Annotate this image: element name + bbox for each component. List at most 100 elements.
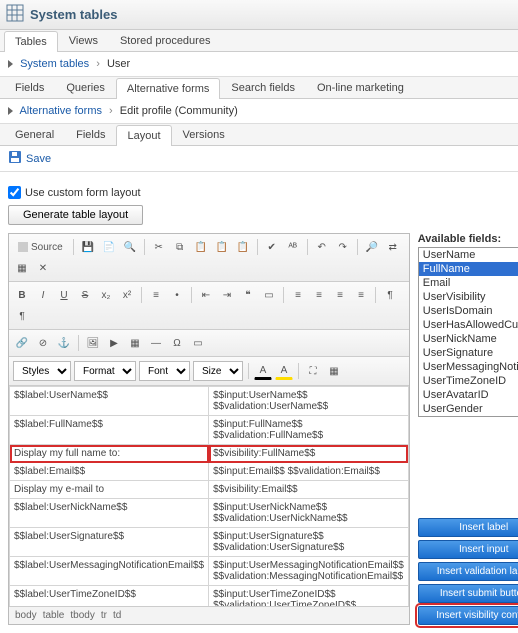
image-icon[interactable]: 🖼 (84, 334, 102, 352)
available-field-item[interactable]: UserVisibility (419, 290, 518, 304)
strike-icon[interactable]: S (76, 286, 94, 304)
italic-icon[interactable]: I (34, 286, 52, 304)
table-row[interactable]: $$label:UserMessagingNotificationEmail$$… (10, 557, 409, 586)
table-cell[interactable]: Display my full name to: (10, 445, 209, 463)
alignleft-icon[interactable]: ≡ (289, 286, 307, 304)
table-cell[interactable]: $$input:UserSignature$$ $$validation:Use… (209, 528, 409, 557)
tab-general[interactable]: General (4, 124, 65, 145)
table-cell[interactable]: $$input:FullName$$ $$validation:FullName… (209, 416, 409, 445)
paste-text-icon[interactable]: 📋 (213, 238, 231, 256)
tab-views[interactable]: Views (58, 30, 109, 51)
outdent-icon[interactable]: ⇤ (197, 286, 215, 304)
anchor-icon[interactable]: ⚓ (55, 334, 73, 352)
div-icon[interactable]: ▭ (260, 286, 278, 304)
status-path-item[interactable]: tbody (70, 610, 94, 621)
table-row[interactable]: $$label:UserName$$$$input:UserName$$ $$v… (10, 387, 409, 416)
bidi-ltr-icon[interactable]: ¶ (381, 286, 399, 304)
available-field-item[interactable]: UserHasAllowedCultures (419, 318, 518, 332)
status-path-item[interactable]: table (43, 610, 65, 621)
bulletlist-icon[interactable]: • (168, 286, 186, 304)
bgcolor-icon[interactable]: A (275, 362, 293, 380)
hr-icon[interactable]: — (147, 334, 165, 352)
table-row[interactable]: $$label:UserSignature$$$$input:UserSigna… (10, 528, 409, 557)
iframe-icon[interactable]: ▭ (189, 334, 207, 352)
table-row[interactable]: Display my e-mail to$$visibility:Email$$ (10, 481, 409, 499)
status-path-item[interactable]: tr (101, 610, 107, 621)
insert-button-insert-label[interactable]: Insert label (418, 518, 518, 537)
find-icon[interactable]: 🔎 (363, 238, 381, 256)
table-row[interactable]: $$label:FullName$$$$input:FullName$$ $$v… (10, 416, 409, 445)
status-path-item[interactable]: body (15, 610, 37, 621)
unlink-icon[interactable]: ⊘ (34, 334, 52, 352)
tab-alternative-forms[interactable]: Alternative forms (116, 78, 221, 99)
table-cell[interactable]: $$label:UserNickName$$ (10, 499, 209, 528)
page-icon[interactable]: 📄 (100, 238, 118, 256)
spellcheck-as-type-icon[interactable]: ᴬᴮ (284, 238, 302, 256)
table-cell[interactable]: $$label:UserMessagingNotificationEmail$$ (10, 557, 209, 586)
tab-stored-procedures[interactable]: Stored procedures (109, 30, 222, 51)
superscript-icon[interactable]: x² (118, 286, 136, 304)
source-button[interactable]: Source (13, 238, 68, 256)
indent-icon[interactable]: ⇥ (218, 286, 236, 304)
table-cell[interactable]: $$visibility:FullName$$ (209, 445, 409, 463)
available-field-item[interactable]: UserName (419, 248, 518, 262)
aligncenter-icon[interactable]: ≡ (310, 286, 328, 304)
available-field-item[interactable]: UserSignature (419, 346, 518, 360)
table-row[interactable]: $$label:UserTimeZoneID$$$$input:UserTime… (10, 586, 409, 607)
copy-icon[interactable]: ⧉ (171, 238, 189, 256)
cut-icon[interactable]: ✂ (150, 238, 168, 256)
available-field-item[interactable]: UserNickName (419, 332, 518, 346)
numlist-icon[interactable]: ≡ (147, 286, 165, 304)
media-icon[interactable]: ▶ (105, 334, 123, 352)
maximize-icon[interactable]: ⛶ (304, 362, 322, 380)
tab-fields[interactable]: Fields (65, 124, 116, 145)
selectall-icon[interactable]: ▦ (13, 259, 31, 277)
save-icon[interactable]: 💾 (79, 238, 97, 256)
tab-versions[interactable]: Versions (172, 124, 236, 145)
available-field-item[interactable]: UserTimeZoneID (419, 374, 518, 388)
table-cell[interactable]: $$input:UserName$$ $$validation:UserName… (209, 387, 409, 416)
tab-search-fields[interactable]: Search fields (220, 77, 306, 98)
format-select[interactable]: Format (74, 361, 136, 381)
available-field-item[interactable]: Email (419, 276, 518, 290)
link-icon[interactable]: 🔗 (13, 334, 31, 352)
spellcheck-icon[interactable]: ✔ (263, 238, 281, 256)
breadcrumb-link[interactable]: Alternative forms (19, 105, 102, 117)
tab-tables[interactable]: Tables (4, 31, 58, 52)
insert-button-insert-submit-button[interactable]: Insert submit button (418, 584, 518, 603)
underline-icon[interactable]: U (55, 286, 73, 304)
save-button[interactable]: Save (26, 153, 51, 165)
subscript-icon[interactable]: x₂ (97, 286, 115, 304)
replace-icon[interactable]: ⇄ (384, 238, 402, 256)
paste-icon[interactable]: 📋 (192, 238, 210, 256)
alignjustify-icon[interactable]: ≡ (352, 286, 370, 304)
showblocks-icon[interactable]: ▦ (325, 362, 343, 380)
available-fields-list[interactable]: UserNameFullNameEmailUserVisibilityUserI… (418, 247, 518, 417)
redo-icon[interactable]: ↷ (334, 238, 352, 256)
tab-fields[interactable]: Fields (4, 77, 55, 98)
available-field-item[interactable]: UserGender (419, 402, 518, 416)
paste-word-icon[interactable]: 📋 (234, 238, 252, 256)
styles-select[interactable]: Styles (13, 361, 71, 381)
available-field-item[interactable]: UserAvatarID (419, 388, 518, 402)
insert-button-insert-validation-label[interactable]: Insert validation label (418, 562, 518, 581)
tab-on-line-marketing[interactable]: On-line marketing (306, 77, 415, 98)
insert-button-insert-input[interactable]: Insert input (418, 540, 518, 559)
tab-queries[interactable]: Queries (55, 77, 116, 98)
save-icon[interactable] (8, 150, 22, 167)
table-row[interactable]: $$label:Email$$$$input:Email$$ $$validat… (10, 463, 409, 481)
breadcrumb-link[interactable]: System tables (20, 58, 89, 70)
specialchar-icon[interactable]: Ω (168, 334, 186, 352)
textcolor-icon[interactable]: A (254, 362, 272, 380)
blockquote-icon[interactable]: ❝ (239, 286, 257, 304)
bidi-rtl-icon[interactable]: ¶ (13, 307, 31, 325)
removeformat-icon[interactable]: ✕ (34, 259, 52, 277)
table-cell[interactable]: $$input:Email$$ $$validation:Email$$ (209, 463, 409, 481)
table-cell[interactable]: $$label:Email$$ (10, 463, 209, 481)
table-cell[interactable]: $$input:UserMessagingNotificationEmail$$… (209, 557, 409, 586)
use-custom-layout-checkbox[interactable] (8, 186, 21, 199)
table-cell[interactable]: $$input:UserTimeZoneID$$ $$validation:Us… (209, 586, 409, 607)
table-cell[interactable]: $$label:UserSignature$$ (10, 528, 209, 557)
table-icon[interactable]: ▦ (126, 334, 144, 352)
undo-icon[interactable]: ↶ (313, 238, 331, 256)
